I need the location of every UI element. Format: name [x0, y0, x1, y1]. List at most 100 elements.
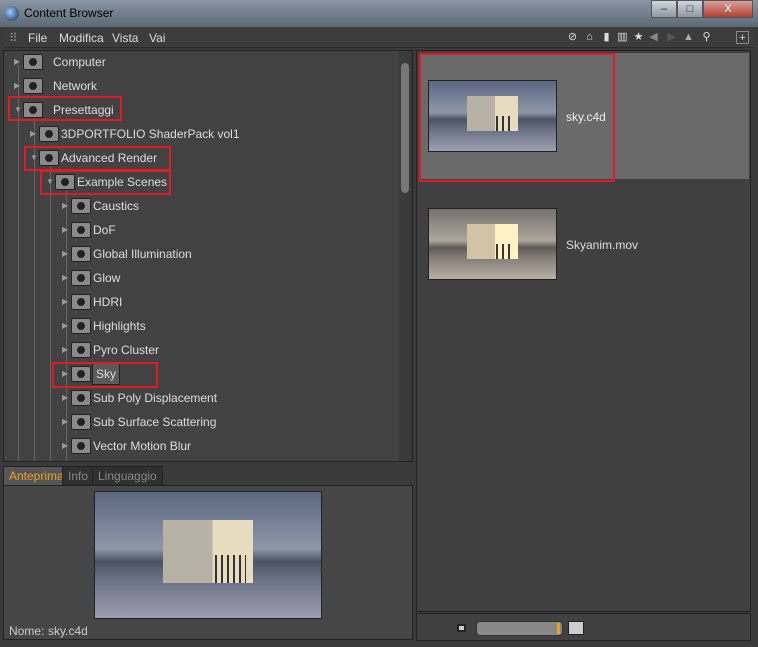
menu-file[interactable]: File: [28, 31, 47, 45]
tree-item[interactable]: ▶ Network: [14, 76, 374, 96]
menu-vista[interactable]: Vista: [112, 31, 138, 45]
file-item-skyanim-mov[interactable]: Skyanim.mov: [419, 201, 749, 291]
tree-item[interactable]: ▶ Sub Surface Scattering: [62, 412, 422, 432]
folder-icon: [71, 366, 91, 382]
expand-arrow-icon[interactable]: ▶: [62, 436, 68, 456]
tree-item[interactable]: ▶ Computer: [14, 52, 374, 72]
expand-arrow-icon[interactable]: ▶: [62, 364, 68, 384]
tree-item[interactable]: ▶ DoF: [62, 220, 422, 240]
tree-item[interactable]: ▶ Pyro Cluster: [62, 340, 422, 360]
minimize-button[interactable]: –: [651, 0, 677, 18]
tree-item-label: Sky: [91, 363, 121, 385]
large-thumbnail-icon: [568, 621, 584, 635]
tree-item-label: Highlights: [93, 319, 146, 333]
folder-icon: [39, 150, 59, 166]
search-icon[interactable]: ⚲: [700, 31, 713, 44]
tree-item-label: Advanced Render: [61, 151, 158, 165]
tab-info[interactable]: Info: [62, 466, 95, 485]
favorite-icon[interactable]: ★: [632, 31, 645, 44]
tree-item[interactable]: ▼ Presettaggi: [14, 100, 374, 120]
folder-icon: [23, 78, 43, 94]
tree-item[interactable]: ▶ 3DPORTFOLIO ShaderPack vol1: [30, 124, 390, 144]
menu-modifica[interactable]: Modifica: [59, 31, 104, 45]
tree-item-label: Sub Poly Displacement: [93, 391, 218, 405]
tree-item[interactable]: ▶ Glow: [62, 268, 422, 288]
tree-item[interactable]: ▶ Sub Poly Displacement: [62, 388, 422, 408]
back-icon[interactable]: ◀: [647, 31, 660, 44]
menu-bar: ⠿ File Modifica Vista Vai ⊘ ⌂ ▮ ▥ ★ ◀ ▶ …: [4, 27, 754, 48]
file-thumbnail: [428, 208, 557, 280]
slider-handle[interactable]: [557, 623, 560, 634]
folder-icon: [71, 294, 91, 310]
expand-arrow-icon[interactable]: ▶: [62, 292, 68, 312]
tree-item-label: Glow: [93, 271, 121, 285]
folder-icon: [71, 198, 91, 214]
grip-icon: ⠿: [9, 31, 18, 45]
expand-arrow-icon[interactable]: ▶: [62, 316, 68, 336]
tab-linguaggio[interactable]: Linguaggio: [92, 466, 163, 485]
tree-item[interactable]: ▶ Highlights: [62, 316, 422, 336]
expand-arrow-icon[interactable]: ▶: [62, 412, 68, 432]
presets-icon[interactable]: ▮: [600, 31, 613, 44]
preview-name-label: Nome:: [9, 624, 45, 638]
preview-name-value: sky.c4d: [48, 624, 88, 638]
folder-icon: [71, 390, 91, 406]
preview-image: [94, 491, 322, 619]
expand-arrow-icon[interactable]: ▼: [30, 148, 38, 168]
title-bar: Content Browser – □ X: [0, 0, 758, 27]
file-thumbnail: [428, 80, 557, 152]
file-grid: sky.c4d Skyanim.mov: [416, 50, 751, 612]
expand-arrow-icon[interactable]: ▼: [46, 172, 54, 192]
tree-item-label: HDRI: [93, 295, 123, 309]
tree-item-label: 3DPORTFOLIO ShaderPack vol1: [61, 127, 240, 141]
tree-item[interactable]: ▶ Vector Motion Blur: [62, 436, 422, 456]
tree-item[interactable]: ▶ HDRI: [62, 292, 422, 312]
tree-item[interactable]: ▶ Sky: [62, 363, 422, 385]
file-item-sky-c4d[interactable]: sky.c4d: [419, 53, 749, 179]
expand-arrow-icon[interactable]: ▶: [14, 52, 20, 72]
file-name: Skyanim.mov: [566, 238, 639, 252]
close-button[interactable]: X: [703, 0, 753, 18]
folder-icon: [71, 414, 91, 430]
catalog-icon[interactable]: ▥: [616, 31, 629, 44]
expand-arrow-icon[interactable]: ▶: [62, 244, 68, 264]
forward-icon[interactable]: ▶: [665, 31, 678, 44]
expand-arrow-icon[interactable]: ▶: [14, 76, 20, 96]
tree-item[interactable]: ▶ Global Illumination: [62, 244, 422, 264]
expand-arrow-icon[interactable]: ▶: [62, 220, 68, 240]
window-title: Content Browser: [24, 6, 114, 20]
up-icon[interactable]: ▲: [682, 31, 695, 44]
tree-item-label: Vector Motion Blur: [93, 439, 192, 453]
tree-item-label: Caustics: [93, 199, 140, 213]
menu-vai[interactable]: Vai: [149, 31, 165, 45]
tree-item-label: Computer: [53, 55, 106, 69]
home-icon[interactable]: ⌂: [583, 31, 596, 44]
small-thumbnail-icon: [457, 624, 466, 632]
folder-icon: [55, 174, 75, 190]
expand-arrow-icon[interactable]: ▶: [30, 124, 36, 144]
expand-arrow-icon[interactable]: ▶: [62, 388, 68, 408]
folder-icon: [39, 126, 59, 142]
app-logo-icon: [4, 6, 19, 21]
new-icon[interactable]: +: [736, 31, 749, 44]
expand-arrow-icon[interactable]: ▶: [62, 268, 68, 288]
folder-icon: [71, 318, 91, 334]
tree-item[interactable]: ▼ Advanced Render: [30, 148, 390, 168]
tree-item[interactable]: ▶ Caustics: [62, 196, 422, 216]
status-bar: [416, 613, 751, 641]
sync-icon[interactable]: ⊘: [566, 31, 579, 44]
maximize-button[interactable]: □: [677, 0, 703, 18]
tree-item-label: DoF: [93, 223, 116, 237]
folder-icon: [71, 246, 91, 262]
folder-icon: [71, 222, 91, 238]
thumbnail-size-slider[interactable]: [476, 621, 563, 636]
tree-item-label: Presettaggi: [53, 103, 114, 117]
tree-item[interactable]: ▼ Example Scenes: [46, 172, 406, 192]
expand-arrow-icon[interactable]: ▶: [62, 340, 68, 360]
expand-arrow-icon[interactable]: ▶: [62, 196, 68, 216]
expand-arrow-icon[interactable]: ▼: [14, 100, 22, 120]
folder-icon: [71, 438, 91, 454]
tab-anteprima[interactable]: Anteprima: [3, 466, 70, 485]
tree-item-label: Network: [53, 79, 98, 93]
file-name: sky.c4d: [566, 110, 606, 124]
